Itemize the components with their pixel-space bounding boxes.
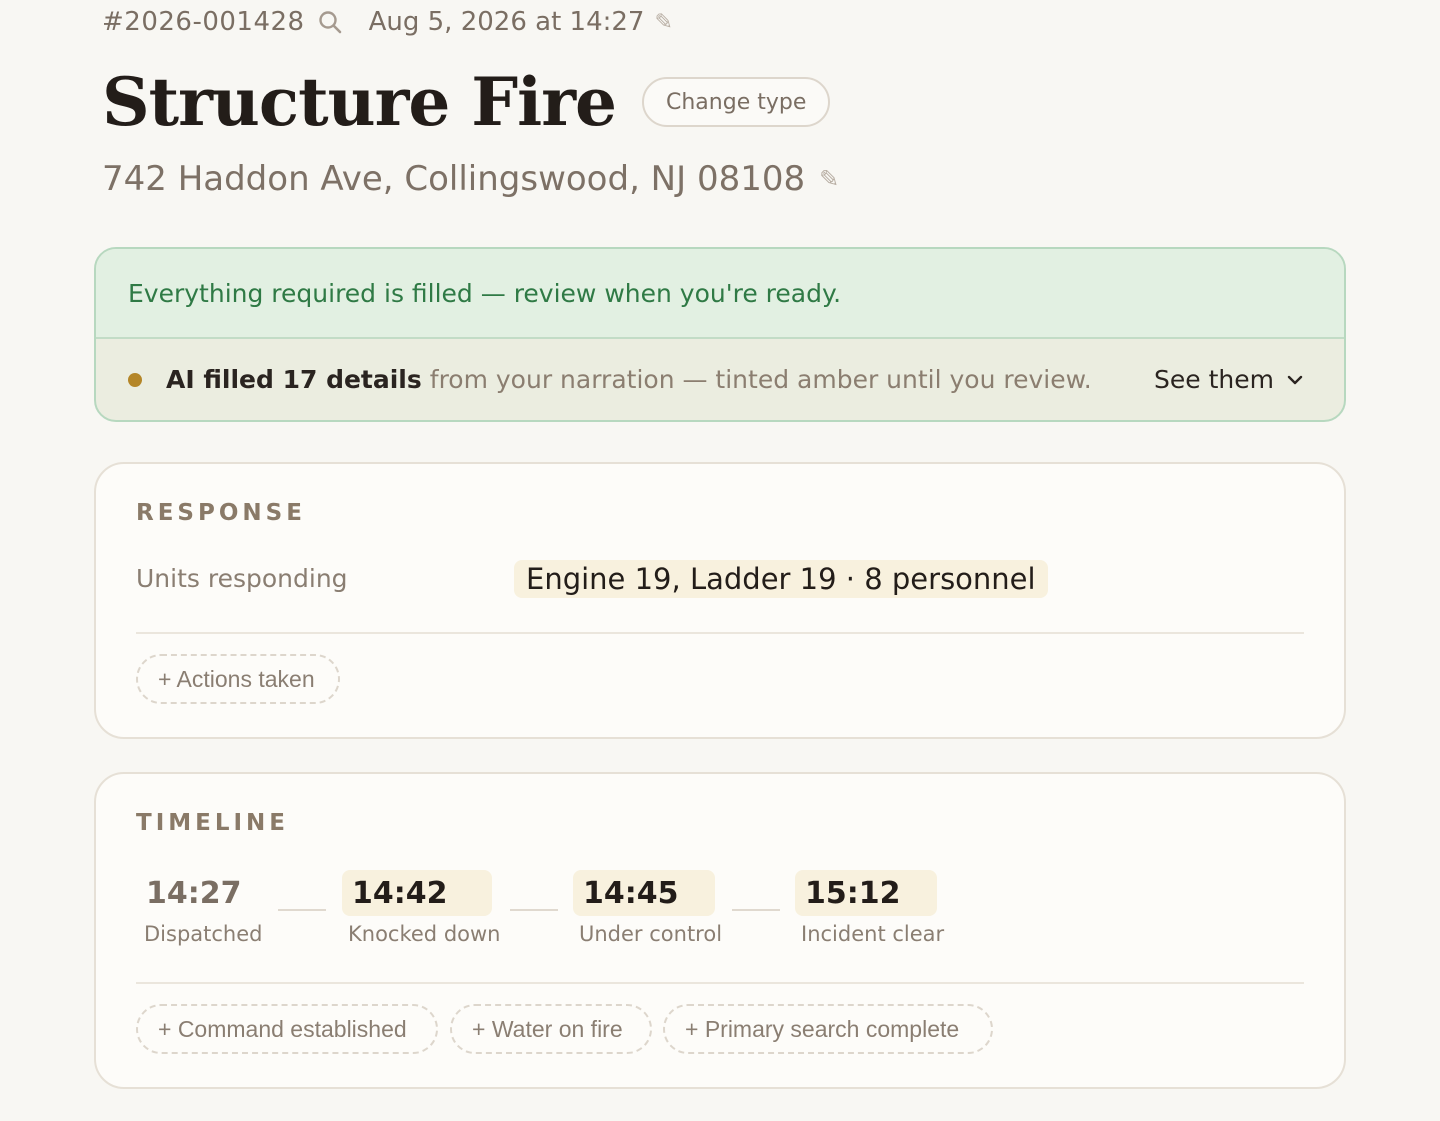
- add-primary-search-complete-chip[interactable]: + Primary search complete: [663, 1004, 993, 1054]
- units-responding-label: Units responding: [136, 564, 348, 593]
- see-them-label: See them: [1154, 365, 1274, 394]
- timeline-label: Incident clear: [801, 922, 945, 946]
- incident-address-row: 742 Haddon Ave, Collingswood, NJ 08108 ✎: [102, 155, 839, 203]
- response-card: RESPONSE Units responding Engine 19, Lad…: [94, 462, 1346, 739]
- page-title: Structure Fire: [102, 63, 617, 141]
- incident-id: #2026-001428: [102, 7, 305, 37]
- review-status-banner: Everything required is filled — review w…: [94, 247, 1346, 422]
- edit-datetime-pencil-icon[interactable]: ✎: [654, 10, 672, 35]
- incident-address[interactable]: 742 Haddon Ave, Collingswood, NJ 08108: [102, 159, 805, 199]
- edit-address-pencil-icon[interactable]: ✎: [819, 165, 839, 193]
- incident-datetime[interactable]: Aug 5, 2026 at 14:27: [369, 7, 645, 37]
- timeline-divider: [136, 982, 1304, 984]
- ready-message: Everything required is filled — review w…: [96, 249, 1344, 339]
- add-water-on-fire-chip[interactable]: + Water on fire: [450, 1004, 652, 1054]
- timeline-connector: [732, 909, 780, 911]
- timeline-time: 15:12: [795, 870, 937, 916]
- see-them-button[interactable]: See them: [1154, 365, 1304, 394]
- response-divider: [136, 632, 1304, 634]
- title-row: Structure Fire Change type: [102, 56, 831, 148]
- timeline-label: Under control: [579, 922, 723, 946]
- ai-filled-row: AI filled 17 details from your narration…: [96, 339, 1344, 420]
- timeline-time: 14:27: [146, 875, 242, 911]
- timeline-event-dispatched[interactable]: 14:27 Dispatched: [138, 870, 263, 947]
- units-responding-value[interactable]: Engine 19, Ladder 19 · 8 personnel: [514, 560, 1048, 598]
- response-section-title: RESPONSE: [136, 500, 306, 526]
- ai-filled-note: from your narration — tinted amber until…: [429, 365, 1092, 394]
- change-type-button[interactable]: Change type: [642, 77, 831, 127]
- timeline-event-incident-clear[interactable]: 15:12 Incident clear: [795, 870, 944, 946]
- timeline-label: Knocked down: [348, 922, 501, 946]
- timeline-section-title: TIMELINE: [136, 810, 290, 836]
- timeline-event-knocked-down[interactable]: 14:42 Knocked down: [342, 870, 500, 946]
- timeline-time: 14:45: [573, 870, 715, 916]
- timeline-connector: [278, 909, 326, 911]
- chevron-down-icon: [1287, 375, 1303, 384]
- timeline-time: 14:42: [342, 870, 492, 916]
- search-icon[interactable]: [317, 9, 343, 35]
- timeline-card: TIMELINE 14:27 Dispatched 14:42 Knocked …: [94, 772, 1346, 1089]
- timeline-label: Dispatched: [144, 922, 263, 946]
- amber-dot-icon: [128, 372, 142, 387]
- timeline-connector: [510, 909, 558, 911]
- add-actions-taken-chip[interactable]: + Actions taken: [136, 654, 340, 704]
- timeline-event-under-control[interactable]: 14:45 Under control: [573, 870, 722, 946]
- add-command-established-chip[interactable]: + Command established: [136, 1004, 438, 1054]
- ai-filled-count: AI filled 17 details: [166, 365, 422, 394]
- incident-meta: #2026-001428 Aug 5, 2026 at 14:27 ✎: [102, 2, 673, 42]
